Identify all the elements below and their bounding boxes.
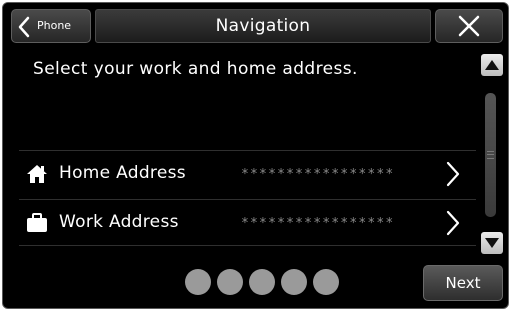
arrow-up-icon [485, 60, 499, 70]
scrollbar[interactable] [485, 93, 496, 217]
close-button[interactable] [435, 9, 503, 43]
house-icon [27, 165, 47, 183]
briefcase-icon [27, 213, 47, 232]
arrow-down-icon [485, 238, 499, 248]
home-address-value: ***************** [241, 167, 395, 182]
header: Phone Navigation [3, 3, 508, 47]
chevron-right-icon[interactable] [445, 160, 461, 188]
scrollbar-grip[interactable] [487, 151, 494, 159]
page-dot [313, 269, 339, 295]
page-dot [281, 269, 307, 295]
home-address-row[interactable]: Home Address ***************** [19, 150, 476, 196]
page-dot [249, 269, 275, 295]
scroll-up-button[interactable] [481, 54, 503, 76]
work-address-row[interactable]: Work Address ***************** [19, 199, 476, 246]
instruction-text: Select your work and home address. [33, 59, 358, 79]
navigation-screen: Phone Navigation Select your work and ho… [2, 2, 509, 309]
work-address-value: ***************** [241, 216, 395, 231]
page-dot [185, 269, 211, 295]
scroll-down-button[interactable] [481, 232, 503, 254]
work-address-label: Work Address [59, 212, 179, 232]
page-title: Navigation [215, 16, 311, 36]
chevron-right-icon[interactable] [445, 209, 461, 237]
title-bar: Navigation [95, 9, 431, 43]
chevron-left-icon [18, 16, 30, 38]
next-button[interactable]: Next [423, 265, 503, 301]
back-button[interactable]: Phone [11, 9, 91, 43]
close-icon [458, 15, 480, 37]
back-button-label: Phone [37, 19, 72, 32]
page-dot [217, 269, 243, 295]
home-address-label: Home Address [59, 163, 186, 183]
